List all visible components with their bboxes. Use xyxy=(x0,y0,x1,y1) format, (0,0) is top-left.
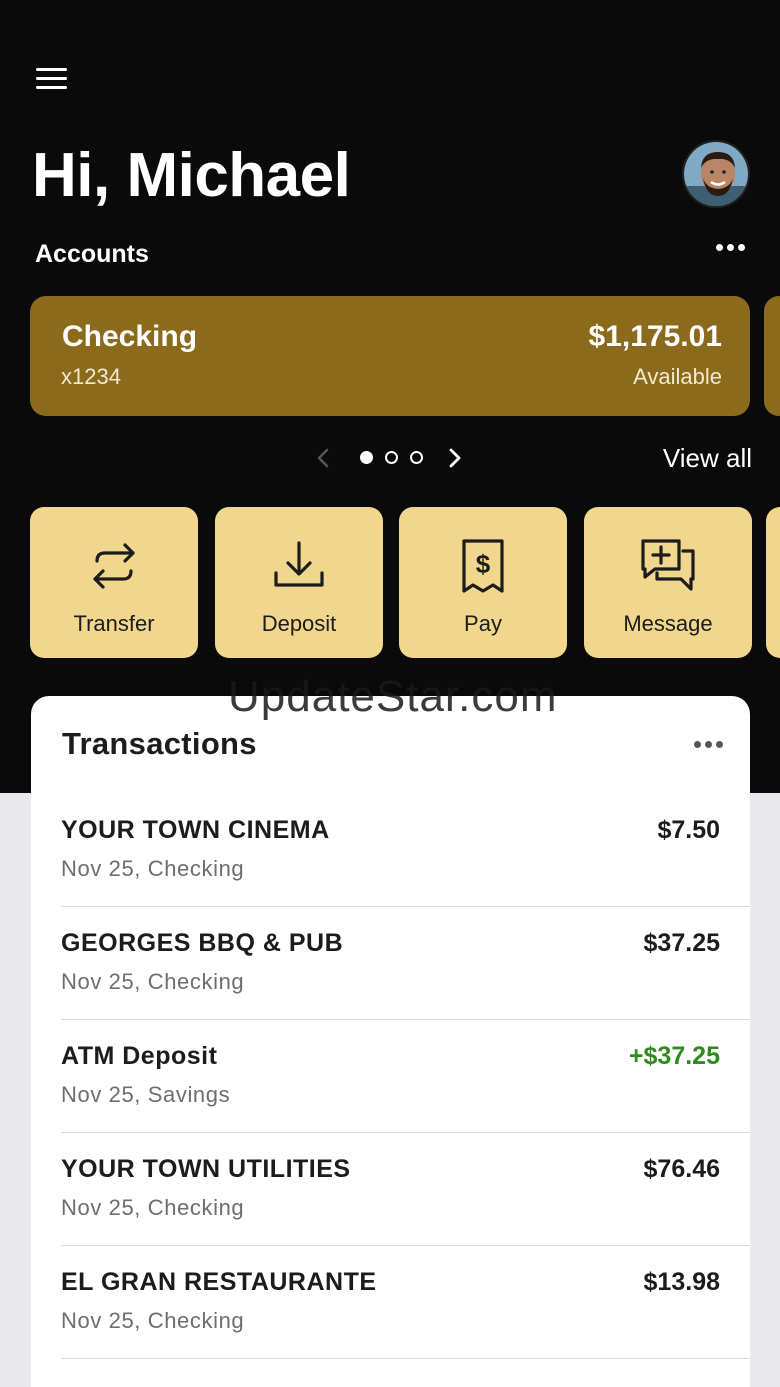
transaction-meta: Nov 25, Checking xyxy=(61,1195,245,1220)
transaction-meta: Nov 25, Checking xyxy=(61,856,245,881)
svg-text:$: $ xyxy=(476,549,491,579)
account-card-checking[interactable]: Checking x1234 $1,175.01 Available xyxy=(30,296,750,416)
pager-dot[interactable] xyxy=(385,451,398,464)
transaction-merchant: GEORGES BBQ & PUB xyxy=(61,929,344,957)
carousel-pager xyxy=(360,451,423,464)
transaction-row[interactable]: EL GRAN RESTAURANTE Nov 25, Checking $13… xyxy=(61,1246,750,1359)
message-label: Message xyxy=(623,611,713,636)
account-number: x1234 xyxy=(61,364,121,389)
transaction-merchant: YOUR TOWN UTILITIES xyxy=(61,1155,351,1183)
next-account-card[interactable] xyxy=(764,296,780,416)
message-icon xyxy=(637,535,699,597)
pay-bill-icon: $ xyxy=(452,535,514,597)
transaction-merchant: YOUR TOWN CINEMA xyxy=(61,816,330,844)
deposit-icon xyxy=(268,535,330,597)
message-button[interactable]: Message xyxy=(584,507,752,658)
pager-dot-active[interactable] xyxy=(360,451,373,464)
account-balance-label: Available xyxy=(633,364,722,389)
transaction-meta: Nov 25, Checking xyxy=(61,1308,245,1333)
transactions-more-icon[interactable] xyxy=(694,741,723,748)
avatar[interactable] xyxy=(682,140,750,208)
transfer-icon xyxy=(83,535,145,597)
transaction-row[interactable]: YOUR TOWN CINEMA Nov 25, Checking $7.50 xyxy=(61,794,750,907)
transaction-amount: $7.50 xyxy=(657,816,720,844)
transactions-title: Transactions xyxy=(62,726,257,761)
header-area: Hi, Michael Accounts Checking x1234 $1,1… xyxy=(0,0,780,793)
transaction-row[interactable]: ATM Deposit Nov 25, Savings +$37.25 xyxy=(61,1020,750,1133)
hamburger-menu-icon[interactable] xyxy=(36,68,70,98)
accounts-section-label: Accounts xyxy=(35,240,149,268)
transaction-row[interactable]: YOUR TOWN UTILITIES Nov 25, Checking $76… xyxy=(61,1133,750,1246)
transaction-amount: $37.25 xyxy=(643,929,720,957)
greeting-title: Hi, Michael xyxy=(32,141,351,210)
accounts-more-icon[interactable] xyxy=(716,244,745,251)
transactions-panel: Transactions YOUR TOWN CINEMA Nov 25, Ch… xyxy=(31,696,750,1387)
transaction-merchant: EL GRAN RESTAURANTE xyxy=(61,1268,377,1296)
transaction-row[interactable]: GEORGES BBQ & PUB Nov 25, Checking $37.2… xyxy=(61,907,750,1020)
transaction-meta: Nov 25, Savings xyxy=(61,1082,231,1107)
transaction-amount-credit: +$37.25 xyxy=(628,1042,720,1070)
transfer-label: Transfer xyxy=(73,611,155,636)
view-all-link[interactable]: View all xyxy=(663,443,752,474)
deposit-label: Deposit xyxy=(261,611,337,636)
deposit-button[interactable]: Deposit xyxy=(215,507,383,658)
more-actions-peek[interactable] xyxy=(766,507,780,658)
transaction-merchant: ATM Deposit xyxy=(61,1042,218,1070)
chevron-left-icon[interactable] xyxy=(310,444,336,472)
account-name: Checking xyxy=(62,320,198,353)
pay-label: Pay xyxy=(464,611,502,636)
pager-dot[interactable] xyxy=(410,451,423,464)
pay-button[interactable]: $ Pay xyxy=(399,507,567,658)
transaction-amount: $76.46 xyxy=(643,1155,720,1183)
transaction-meta: Nov 25, Checking xyxy=(61,969,245,994)
transfer-button[interactable]: Transfer xyxy=(30,507,198,658)
account-balance: $1,175.01 xyxy=(588,320,722,353)
transaction-amount: $13.98 xyxy=(643,1268,720,1296)
chevron-right-icon[interactable] xyxy=(442,444,468,472)
row-divider xyxy=(61,1358,750,1359)
